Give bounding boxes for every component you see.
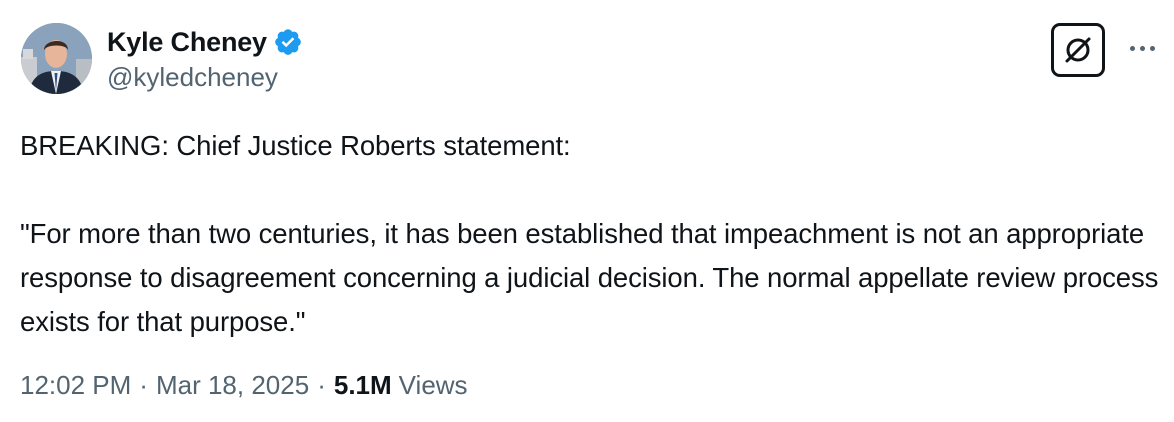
views-label: Views [398,370,468,400]
author-info: Kyle Cheney @kyledcheney [107,24,303,93]
tweet-text-line: BREAKING: Chief Justice Roberts statemen… [20,130,571,161]
tweet-text-quote: "For more than two centuries, it has bee… [20,218,1159,337]
more-options-button[interactable] [1124,36,1160,60]
avatar-portrait-image [21,23,92,94]
tweet-text: BREAKING: Chief Justice Roberts statemen… [20,124,1160,344]
slashed-circle-icon [1065,37,1091,63]
ellipsis-icon-dot [1139,45,1145,51]
author-display-name[interactable]: Kyle Cheney [107,27,267,58]
tweet-card: Kyle Cheney @kyledcheney BREAKING: Chief… [0,0,1174,422]
ellipsis-icon-dot [1149,45,1155,51]
tweet-date[interactable]: Mar 18, 2025 [156,370,309,401]
ellipsis-icon [1129,45,1135,51]
avatar[interactable] [21,23,92,94]
verified-badge-icon[interactable] [273,27,303,57]
views-count: 5.1M [333,370,392,400]
grok-button[interactable] [1051,23,1105,77]
meta-separator: · [139,370,148,400]
tweet-time[interactable]: 12:02 PM [20,370,131,401]
author-name-row: Kyle Cheney [107,24,303,60]
meta-separator: · [317,370,326,400]
tweet-meta: 12:02 PM · Mar 18, 2025 · 5.1M Views [20,370,468,401]
author-handle[interactable]: @kyledcheney [107,62,303,93]
